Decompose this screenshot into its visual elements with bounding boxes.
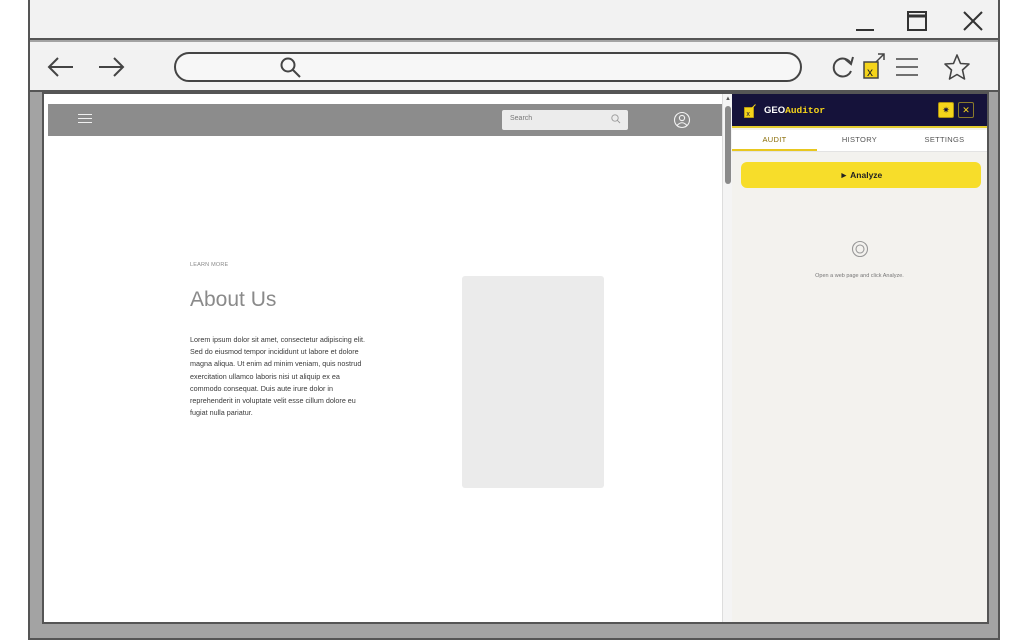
browser-menu-button[interactable] <box>890 50 924 84</box>
extension-header: x GEOAuditor ✷ ✕ <box>732 94 987 128</box>
search-icon <box>280 57 301 78</box>
tab-settings[interactable]: SETTINGS <box>902 130 987 151</box>
geo-auditor-extension-button[interactable]: x <box>856 50 890 84</box>
sun-icon: ✷ <box>942 104 950 115</box>
maximize-icon <box>907 11 927 31</box>
arrow-right-icon <box>99 57 125 77</box>
back-button[interactable] <box>44 50 78 84</box>
page-title: About Us <box>190 288 277 311</box>
close-icon <box>963 11 983 31</box>
browser-toolbar: x <box>30 42 998 92</box>
arrow-left-icon <box>47 57 73 77</box>
extension-panel: x GEOAuditor ✷ ✕ AUDIT HISTORY SETTINGS … <box>732 94 987 622</box>
address-bar[interactable] <box>174 52 802 82</box>
analyze-button[interactable]: ► Analyze <box>741 162 981 188</box>
browser-viewport: Search LEARN MORE About Us Lorem ipsum d… <box>42 92 989 624</box>
close-window-button[interactable] <box>958 6 988 36</box>
brand-suffix: Auditor <box>785 105 826 116</box>
section-eyebrow: LEARN MORE <box>190 262 229 268</box>
user-account-icon[interactable] <box>672 110 692 130</box>
svg-text:x: x <box>746 111 750 118</box>
geo-auditor-extension-icon: x <box>863 53 885 79</box>
reload-button[interactable] <box>826 50 860 84</box>
empty-state-message: Open a web page and click Analyze. <box>815 273 904 279</box>
scroll-thumb[interactable] <box>725 106 731 184</box>
reload-icon <box>832 56 854 78</box>
extension-tabs: AUDIT HISTORY SETTINGS <box>732 130 987 152</box>
forward-button[interactable] <box>94 50 128 84</box>
theme-toggle-button[interactable]: ✷ <box>938 102 954 118</box>
site-menu-icon[interactable] <box>78 114 92 124</box>
tab-history[interactable]: HISTORY <box>817 130 902 151</box>
web-page: Search LEARN MORE About Us Lorem ipsum d… <box>44 94 722 622</box>
minimize-button[interactable] <box>850 6 880 36</box>
tab-audit[interactable]: AUDIT <box>732 130 817 151</box>
scroll-up-arrow-icon[interactable]: ▲ <box>725 96 731 102</box>
target-icon <box>851 240 869 258</box>
close-panel-button[interactable]: ✕ <box>958 102 974 118</box>
site-search-placeholder: Search <box>510 115 533 122</box>
title-bar <box>30 0 998 40</box>
site-header: Search <box>48 104 722 136</box>
hamburger-menu-icon <box>896 58 918 76</box>
brand-prefix: GEO <box>764 105 786 116</box>
about-paragraph: Lorem ipsum dolor sit amet, consectetur … <box>190 335 365 418</box>
site-search-input[interactable]: Search <box>502 110 628 130</box>
search-icon <box>611 114 621 124</box>
geo-auditor-logo-icon: x <box>744 104 756 118</box>
page-scrollbar[interactable]: ▲ <box>722 94 732 622</box>
image-placeholder <box>462 276 604 488</box>
maximize-button[interactable] <box>902 6 932 36</box>
star-icon <box>944 54 970 80</box>
extension-brand: GEOAuditor <box>764 105 825 116</box>
bookmark-button[interactable] <box>940 50 974 84</box>
minimize-icon <box>856 29 874 31</box>
browser-window: x Search LEARN MORE About Us Lorem ipsum… <box>28 0 1000 640</box>
svg-text:x: x <box>867 65 873 79</box>
close-icon: ✕ <box>962 104 970 115</box>
url-input[interactable] <box>316 58 776 76</box>
